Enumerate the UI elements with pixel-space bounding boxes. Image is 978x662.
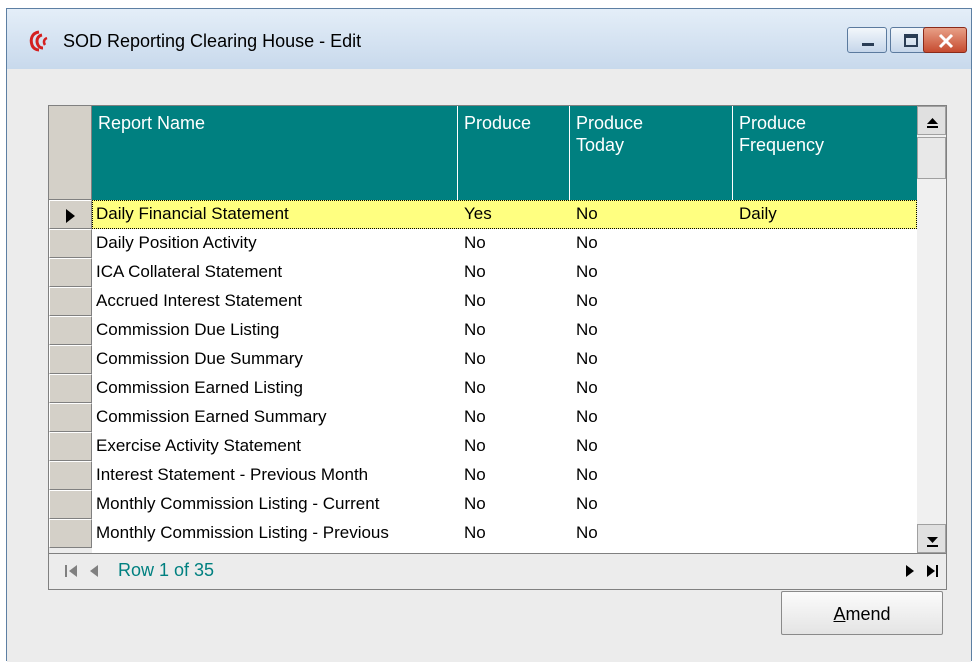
arrow-down-icon <box>927 537 938 547</box>
cell-produce: No <box>464 378 486 397</box>
cell-today: No <box>576 378 598 397</box>
vertical-scrollbar[interactable] <box>917 106 946 553</box>
table-row[interactable]: Exercise Activity Statement No No <box>92 432 917 461</box>
last-record-icon[interactable] <box>923 561 941 581</box>
cell-produce: No <box>464 523 486 542</box>
row-selector[interactable] <box>49 258 92 287</box>
cell-today: No <box>576 320 598 339</box>
table-row[interactable]: Commission Earned Summary No No <box>92 403 917 432</box>
cell-name: Commission Due Listing <box>96 320 280 339</box>
table-row[interactable]: Daily Position Activity No No <box>92 229 917 258</box>
row-selector[interactable] <box>49 403 92 432</box>
table-row[interactable]: Daily Financial Statement Yes No Daily <box>92 200 917 229</box>
minimize-button[interactable] <box>847 27 887 53</box>
cell-today: No <box>576 407 598 426</box>
cell-produce: No <box>464 494 486 513</box>
row-selector[interactable] <box>49 200 92 229</box>
table-row[interactable]: Interest Statement - Previous Month No No <box>92 461 917 490</box>
close-button[interactable] <box>923 27 967 53</box>
cell-produce: Yes <box>464 204 492 223</box>
row-position-label: Row 1 of 35 <box>118 560 215 580</box>
client-area: Report Name Produce Produce Today Produc… <box>7 69 971 662</box>
cell-frequency: Daily <box>739 204 777 223</box>
table-row[interactable]: Accrued Interest Statement No No <box>92 287 917 316</box>
cell-produce: No <box>464 262 486 281</box>
row-selector[interactable] <box>49 490 92 519</box>
cell-produce: No <box>464 407 486 426</box>
grid-corner <box>49 106 92 200</box>
edit-window: SOD Reporting Clearing House - Edit Repo… <box>6 8 972 662</box>
cell-name: Commission Earned Listing <box>96 378 303 397</box>
cell-name: Daily Position Activity <box>96 233 257 252</box>
first-record-icon[interactable] <box>63 561 81 581</box>
current-row-indicator-icon <box>66 209 75 223</box>
column-header-report-name[interactable]: Report Name <box>92 106 458 200</box>
cell-today: No <box>576 262 598 281</box>
cell-today: No <box>576 494 598 513</box>
cell-name: Accrued Interest Statement <box>96 291 302 310</box>
cell-produce: No <box>464 349 486 368</box>
cell-produce: No <box>464 465 486 484</box>
cell-name: ICA Collateral Statement <box>96 262 283 281</box>
table-row[interactable]: ICA Collateral Statement No No <box>92 258 917 287</box>
next-record-icon[interactable] <box>901 561 919 581</box>
close-icon <box>938 33 954 49</box>
cell-today: No <box>576 233 598 252</box>
cell-today: No <box>576 291 598 310</box>
row-selector[interactable] <box>49 461 92 490</box>
cell-name: Exercise Activity Statement <box>96 436 302 455</box>
title-bar[interactable]: SOD Reporting Clearing House - Edit <box>7 9 971 69</box>
cell-name: Commission Due Summary <box>96 349 303 368</box>
row-selector[interactable] <box>49 432 92 461</box>
cell-name: Commission Earned Summary <box>96 407 327 426</box>
minimize-icon <box>862 43 874 46</box>
cell-today: No <box>576 349 598 368</box>
column-header-produce-today[interactable]: Produce Today <box>570 106 733 200</box>
table-row[interactable]: Monthly Commission Listing - Previous No N… <box>92 519 917 548</box>
table-row[interactable]: Commission Earned Listing No No <box>92 374 917 403</box>
table-row[interactable]: Monthly Commission Listing - Current No No <box>92 490 917 519</box>
cell-today: No <box>576 523 598 542</box>
row-selector[interactable] <box>49 519 92 548</box>
cell-today: No <box>576 204 598 223</box>
cell-today: No <box>576 436 598 455</box>
scroll-up-button[interactable] <box>917 106 946 135</box>
row-selector[interactable] <box>49 374 92 403</box>
table-row[interactable]: Commission Due Summary No No <box>92 345 917 374</box>
record-navigator: Row 1 of 35 <box>48 554 947 590</box>
cell-produce: No <box>464 436 486 455</box>
arrow-up-icon <box>927 118 938 128</box>
cell-name: Daily Financial Statement <box>96 204 289 223</box>
window-title: SOD Reporting Clearing House - Edit <box>63 31 362 51</box>
row-selector[interactable] <box>49 345 92 374</box>
cell-today: No <box>576 465 598 484</box>
table-row[interactable]: Commission Due Listing No No <box>92 316 917 345</box>
cell-name: Monthly Commission Listing - Current <box>96 494 380 513</box>
previous-record-icon[interactable] <box>85 561 103 581</box>
row-selector[interactable] <box>49 287 92 316</box>
row-selector[interactable] <box>49 229 92 258</box>
cell-produce: No <box>464 233 486 252</box>
app-logo-icon <box>29 30 48 52</box>
amend-button[interactable]: Amend <box>781 591 943 635</box>
cell-produce: No <box>464 320 486 339</box>
scroll-down-button[interactable] <box>917 524 946 553</box>
column-header-produce[interactable]: Produce <box>458 106 570 200</box>
report-grid: Report Name Produce Produce Today Produc… <box>48 105 947 554</box>
row-selector[interactable] <box>49 316 92 345</box>
scroll-thumb[interactable] <box>917 137 946 179</box>
cell-name: Interest Statement - Previous Month <box>96 465 369 484</box>
column-header-produce-frequency[interactable]: Produce Frequency <box>733 106 917 200</box>
cell-name: Monthly Commission Listing - Previous <box>96 523 389 542</box>
cell-produce: No <box>464 291 486 310</box>
